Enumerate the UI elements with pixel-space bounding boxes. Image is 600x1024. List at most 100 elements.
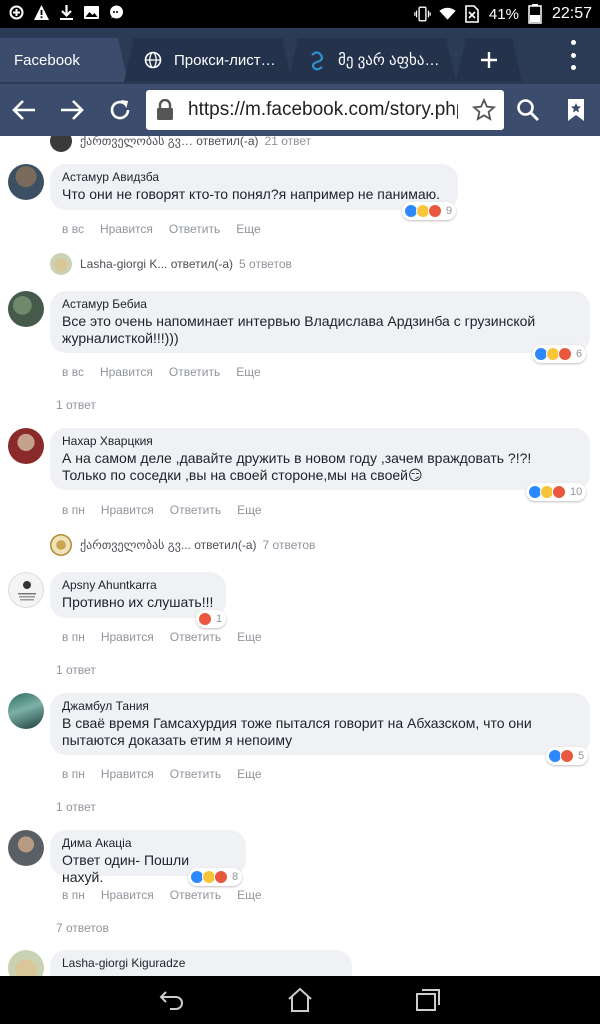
reply-summary[interactable]: Lasha-giorgi K... ответил(-а) 5 ответов [50, 253, 292, 275]
avatar [50, 136, 72, 152]
reaction-count: 6 [576, 348, 583, 360]
reaction-summary[interactable]: 1 [196, 610, 227, 628]
recents-nav-button[interactable] [413, 986, 443, 1014]
avatar[interactable] [8, 291, 44, 327]
tab-label: Facebook [14, 51, 80, 69]
comment-time[interactable]: в вс [62, 222, 84, 236]
like-link[interactable]: Нравится [101, 767, 154, 781]
comment-author[interactable]: Lasha-giorgi Kiguradze [62, 956, 340, 970]
comment-actions: в пн Нравится Ответить Еще [62, 888, 262, 902]
back-icon [159, 991, 183, 1010]
more-link[interactable]: Еще [237, 767, 261, 781]
comment-bubble: Астамур Бебиа Все это очень напоминает и… [50, 291, 590, 353]
more-link[interactable]: Еще [237, 888, 261, 902]
tab-facebook[interactable]: Facebook [0, 38, 128, 82]
comment-text-line: пытаются доказать етим я непоиму [62, 732, 293, 748]
more-link[interactable]: Еще [237, 630, 261, 644]
avatar [50, 253, 72, 275]
site-icon [308, 51, 326, 71]
avatar[interactable] [8, 164, 44, 200]
notification-icons [8, 4, 125, 21]
comment-text-line: журналисткой!!!))) [62, 330, 179, 346]
like-link[interactable]: Нравится [100, 365, 153, 379]
comment-text-line: Все это очень напоминает интервью Владис… [62, 313, 536, 329]
comment-author[interactable]: Астамур Авидзба [62, 170, 446, 184]
avatar[interactable] [8, 830, 44, 866]
comment-author[interactable]: Дима Акаціа [62, 836, 234, 850]
comment-bubble: Lasha-giorgi Kiguradze [50, 950, 352, 976]
tab-georgian-site[interactable]: მე ვარ აფხა… [288, 38, 456, 82]
sync-icon [8, 4, 25, 21]
like-link[interactable]: Нравится [100, 222, 153, 236]
lock-icon [157, 99, 173, 120]
status-bar: 41% 22:57 [0, 0, 600, 28]
reply-summary[interactable]: ქართველობას გვ... ответил(-а) 7 ответов [50, 534, 315, 556]
reaction-summary[interactable]: 5 [546, 747, 589, 765]
address-bar[interactable]: https://m.facebook.com/story.php [146, 90, 504, 130]
comment-actions: в пн Нравится Ответить Еще [62, 630, 262, 644]
like-link[interactable]: Нравится [101, 630, 154, 644]
bookmark-star-icon[interactable] [472, 98, 496, 122]
avatar[interactable] [8, 693, 44, 729]
avatar [50, 534, 72, 556]
view-replies-link[interactable]: 7 ответов [56, 921, 109, 935]
back-button[interactable] [8, 94, 40, 126]
comment-time[interactable]: в пн [62, 630, 85, 644]
reply-link[interactable]: Ответить [170, 767, 221, 781]
comment-author[interactable]: Джамбул Тания [62, 699, 578, 713]
reaction-summary[interactable]: 10 [526, 483, 587, 501]
comment-author[interactable]: Нахар Хварцкия [62, 434, 578, 448]
comment-actions: в пн Нравится Ответить Еще [62, 503, 262, 517]
reply-link[interactable]: Ответить [170, 630, 221, 644]
reply-summary[interactable]: ქართველობას გვ… ответил(-а) 21 ответ [50, 136, 311, 152]
battery-percent: 41% [488, 5, 519, 23]
comment-time[interactable]: в пн [62, 503, 85, 517]
angry-reaction-icon [560, 749, 574, 763]
home-nav-button[interactable] [285, 986, 315, 1014]
avatar[interactable] [8, 950, 44, 976]
reaction-summary[interactable]: 9 [402, 202, 457, 220]
reply-link[interactable]: Ответить [169, 365, 220, 379]
reload-button[interactable] [104, 94, 136, 126]
more-link[interactable]: Еще [237, 503, 261, 517]
view-replies-link[interactable]: 1 ответ [56, 398, 96, 412]
like-link[interactable]: Нравится [101, 503, 154, 517]
comment-author[interactable]: Apsny Ahuntkarra [62, 578, 214, 592]
comment-text-line: В сваё время Гамсахурдия тоже пытался го… [62, 715, 532, 731]
reply-author: Lasha-giorgi K... [80, 257, 168, 271]
tab-label: Прокси-лист… [174, 51, 276, 69]
view-replies-link[interactable]: 1 ответ [56, 800, 96, 814]
plus-icon [481, 52, 497, 68]
comment-time[interactable]: в вс [62, 365, 84, 379]
view-replies-link[interactable]: 1 ответ [56, 663, 96, 677]
image-icon [83, 4, 100, 21]
comment-text-line: А на самом деле ,давайте дружить в новом… [62, 450, 532, 466]
overflow-menu-button[interactable] [568, 40, 578, 70]
avatar[interactable] [8, 428, 44, 464]
reply-link[interactable]: Ответить [170, 888, 221, 902]
reaction-summary[interactable]: 8 [188, 868, 243, 886]
angry-reaction-icon [214, 870, 228, 884]
reply-link[interactable]: Ответить [169, 222, 220, 236]
battery-icon [527, 4, 544, 24]
reaction-count: 9 [446, 205, 453, 217]
comment-text-line: Только по соседки ,вы на своей стороне,м… [62, 467, 423, 483]
avatar[interactable] [8, 572, 44, 608]
url-text[interactable]: https://m.facebook.com/story.php [188, 99, 458, 121]
comment-time[interactable]: в пн [62, 888, 85, 902]
reaction-summary[interactable]: 6 [532, 345, 587, 363]
search-icon [517, 99, 539, 121]
comment-author[interactable]: Астамур Бебиа [62, 297, 578, 311]
more-link[interactable]: Еще [236, 222, 260, 236]
like-link[interactable]: Нравится [101, 888, 154, 902]
more-link[interactable]: Еще [236, 365, 260, 379]
search-button[interactable] [512, 94, 544, 126]
reply-link[interactable]: Ответить [170, 503, 221, 517]
back-nav-button[interactable] [157, 986, 187, 1014]
bookmarks-button[interactable] [560, 94, 592, 126]
forward-button[interactable] [56, 94, 88, 126]
reply-count: 5 ответов [239, 257, 292, 271]
tab-proxy-list[interactable]: Прокси-лист… [124, 38, 292, 82]
comment-time[interactable]: в пн [62, 767, 85, 781]
new-tab-button[interactable] [456, 38, 522, 82]
